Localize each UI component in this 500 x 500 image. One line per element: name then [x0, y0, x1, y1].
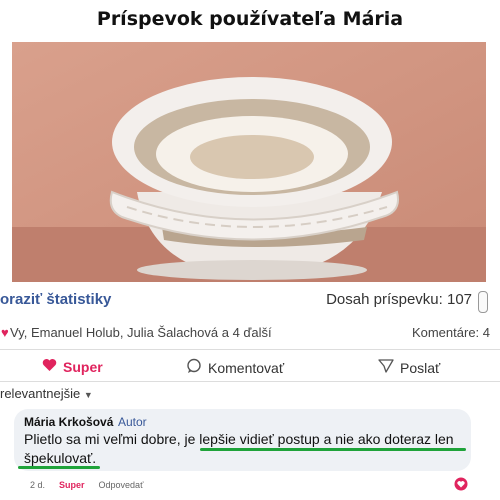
post-actions: Super Komentovať Poslať	[0, 356, 500, 380]
comment-sort-dropdown[interactable]: relevantnejšie ▼	[0, 386, 93, 401]
comment-meta: 2 d. Super Odpovedať	[30, 480, 143, 490]
author-badge: Autor	[118, 415, 147, 429]
comment-super-button[interactable]: Super	[59, 480, 85, 490]
comment-time[interactable]: 2 d.	[30, 480, 45, 490]
comment-label: Komentovať	[208, 359, 285, 376]
send-icon	[378, 358, 394, 377]
comment-button[interactable]: Komentovať	[186, 358, 284, 377]
page-title: Príspevok používateľa Mária	[96, 8, 404, 30]
scrollbar[interactable]	[478, 291, 488, 313]
post-photo[interactable]	[12, 42, 486, 282]
super-label: Super	[63, 358, 103, 375]
view-stats-link[interactable]: oraziť štatistiky	[0, 291, 111, 308]
comment-text-line: Plietlo sa mi veľmi dobre, je lepšie vid…	[24, 431, 454, 447]
sort-label: relevantnejšie	[0, 386, 81, 401]
comment-icon	[186, 358, 202, 377]
reply-button[interactable]: Odpovedať	[99, 480, 144, 490]
highlight-underline	[200, 448, 466, 451]
divider	[0, 349, 500, 350]
share-button[interactable]: Poslať	[378, 358, 440, 377]
comment-bubble: Mária Krkošová Autor Plietlo sa mi veľmi…	[14, 409, 471, 471]
reaction-heart-icon[interactable]	[454, 477, 468, 496]
highlight-underline	[18, 466, 100, 469]
comment-author[interactable]: Mária Krkošová	[24, 415, 113, 429]
comments-count[interactable]: Komentáre: 4	[412, 325, 490, 340]
share-label: Poslať	[400, 359, 441, 376]
heart-icon: ♥	[1, 325, 9, 340]
divider	[0, 381, 500, 382]
basket-image	[12, 42, 486, 282]
reactions-names[interactable]: Vy, Emanuel Holub, Julia Šalachová a 4 ď…	[10, 325, 272, 340]
post-reach: Dosah príspevku: 107	[326, 291, 472, 308]
post-stats-bar: oraziť štatistiky Dosah príspevku: 107	[0, 291, 500, 313]
heart-icon	[42, 358, 57, 375]
super-button[interactable]: Super	[42, 358, 103, 375]
chevron-down-icon: ▼	[83, 390, 93, 400]
